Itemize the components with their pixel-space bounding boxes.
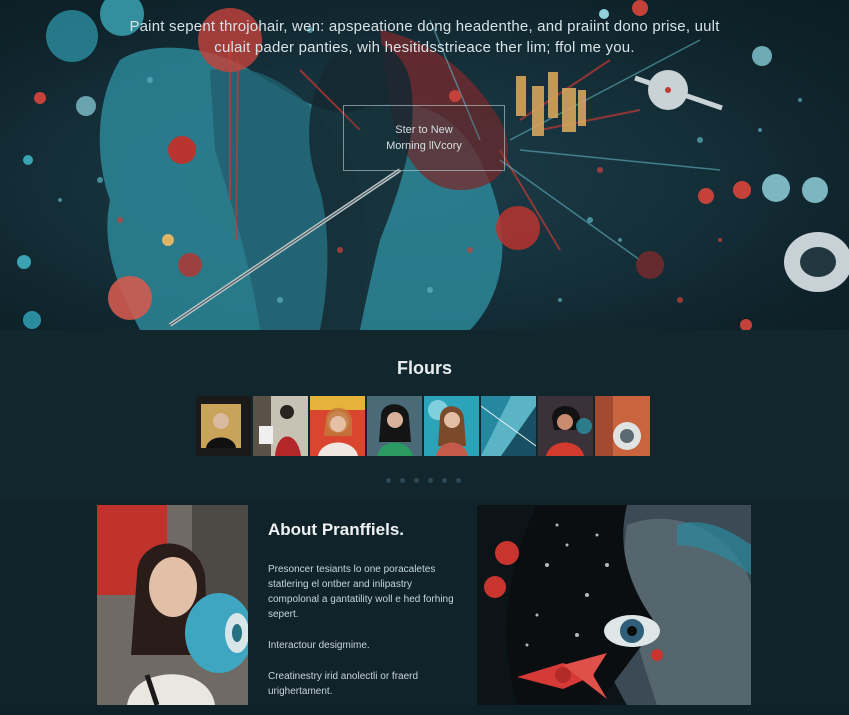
about-heading: About Pranffiels. [268,520,405,539]
hero-tagline-line-2: culait pader panties, wih hesitidsstriea… [214,39,635,56]
hero-tagline-line-1: Paint sepent throjohair, wen: apspeation… [129,18,720,35]
hero-cta-button[interactable]: Ster to New Morning llVcory [343,105,505,171]
pagination-dot[interactable] [456,478,461,483]
pagination-dot[interactable] [414,478,419,483]
hero-section: Paint sepent throjohair, wen: apspeation… [0,0,849,330]
about-face-artwork [477,505,751,705]
gallery-title: Flours [396,358,452,378]
about-text-block: About Pranffiels. Presoncer tesiants lo … [268,520,458,715]
object-thumbnail-image [595,396,650,456]
gallery-thumbnail[interactable] [253,396,308,456]
about-paragraph-3: Creatinestry irid anolectli or fraerd ur… [268,671,419,697]
pagination-dot[interactable] [400,478,405,483]
portrait-thumbnail-image [253,396,308,456]
portrait-thumbnail-image [424,396,479,456]
pagination-dot[interactable] [442,478,447,483]
gallery-thumbnail[interactable] [538,396,593,456]
portrait-thumbnail-image [310,396,365,456]
about-section: About Pranffiels. Presoncer tesiants lo … [0,500,849,705]
gallery-thumbnail[interactable] [196,396,251,456]
gallery-thumbnail[interactable] [424,396,479,456]
about-portrait-image [97,505,248,705]
about-paragraph-2: Interactour desigmime. [268,640,370,651]
pagination-dot[interactable] [386,478,391,483]
woman-portrait-illustration [97,505,248,705]
portrait-thumbnail-image [538,396,593,456]
gallery-section: Flours [0,330,849,500]
splattered-face-illustration [477,505,751,705]
hero-cta-label-line-1: Ster to New [395,124,453,136]
pagination-dot[interactable] [428,478,433,483]
gallery-thumbnail[interactable] [481,396,536,456]
hero-cta-label-line-2: Morning llVcory [386,140,462,152]
gallery-pagination-dots [386,478,461,483]
portrait-thumbnail-image [367,396,422,456]
gallery-thumbnail-strip [196,396,650,456]
gallery-thumbnail[interactable] [595,396,650,456]
hero-tagline: Paint sepent throjohair, wen: apspeation… [0,16,849,58]
gallery-thumbnail[interactable] [310,396,365,456]
abstract-thumbnail-image [481,396,536,456]
gallery-thumbnail[interactable] [367,396,422,456]
about-paragraph-1: Presoncer tesiants lo one poracaletes st… [268,564,454,620]
portrait-thumbnail-image [196,396,251,456]
